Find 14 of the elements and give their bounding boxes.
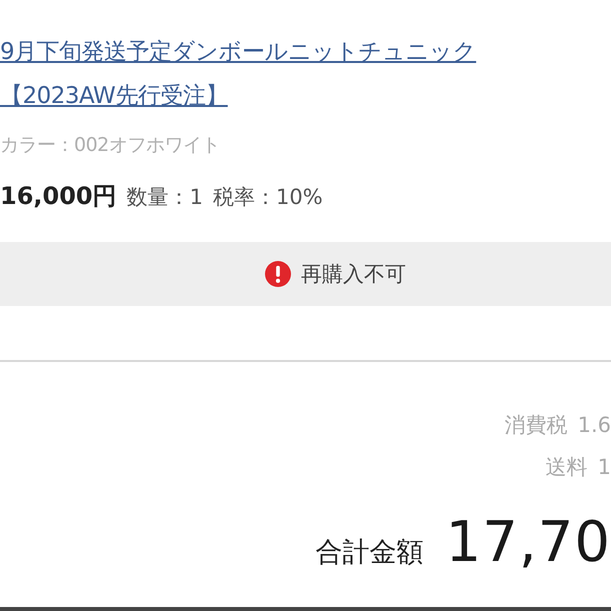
- tax-label: 消費税: [504, 412, 568, 439]
- shipping-amount: 1: [598, 454, 611, 481]
- shipping-label: 送料: [546, 454, 588, 481]
- total-label: 合計金額: [316, 536, 424, 570]
- quantity-text: 数量：1: [126, 184, 203, 211]
- tax-amount: 1.6: [578, 412, 611, 439]
- product-link[interactable]: 【2023AW先行受注】: [0, 83, 228, 109]
- price-text: 16,000円: [0, 181, 117, 212]
- exclamation-icon: [265, 261, 291, 287]
- tax-rate-text: 税率：10%: [213, 184, 323, 211]
- product-link[interactable]: 9月下旬発送予定ダンボールニットチュニック: [0, 39, 476, 65]
- total-amount: 17,70: [446, 510, 611, 575]
- option-text: カラー：002オフホワイト: [0, 133, 221, 158]
- notice-text: 再購入不可: [301, 261, 406, 288]
